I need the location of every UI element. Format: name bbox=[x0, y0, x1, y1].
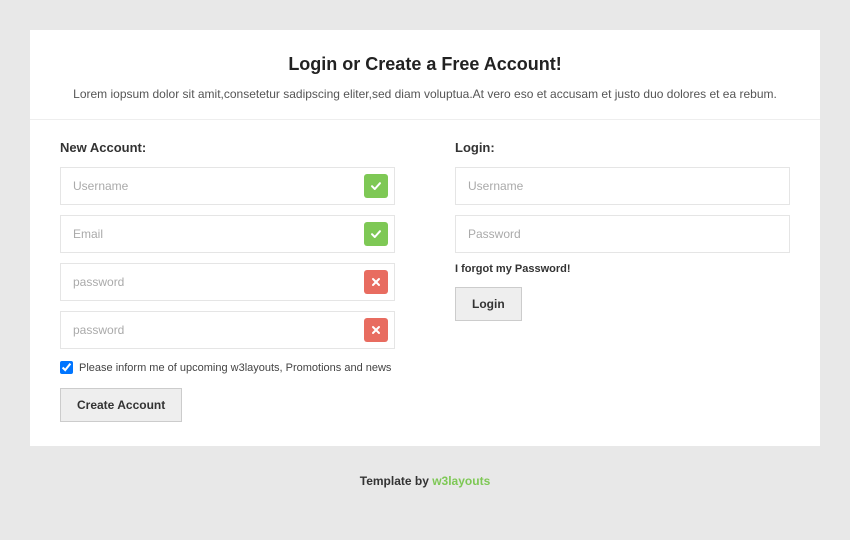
field-login-username bbox=[455, 167, 790, 205]
newsletter-checkbox[interactable] bbox=[60, 361, 73, 374]
signup-username-input[interactable] bbox=[60, 167, 395, 205]
auth-card: Login or Create a Free Account! Lorem io… bbox=[30, 30, 820, 446]
field-username bbox=[60, 167, 395, 205]
newsletter-row[interactable]: Please inform me of upcoming w3layouts, … bbox=[60, 361, 395, 374]
close-icon bbox=[364, 318, 388, 342]
field-password bbox=[60, 263, 395, 301]
signup-password-input[interactable] bbox=[60, 263, 395, 301]
login-title: Login: bbox=[455, 140, 790, 155]
check-icon bbox=[364, 222, 388, 246]
field-password-confirm bbox=[60, 311, 395, 349]
forgot-password-link[interactable]: I forgot my Password! bbox=[455, 263, 790, 275]
form-body: New Account: bbox=[30, 120, 820, 446]
footer-prefix: Template by bbox=[360, 474, 432, 488]
signup-title: New Account: bbox=[60, 140, 395, 155]
header: Login or Create a Free Account! Lorem io… bbox=[30, 30, 820, 120]
signup-column: New Account: bbox=[60, 140, 425, 422]
signup-password-confirm-input[interactable] bbox=[60, 311, 395, 349]
footer-link[interactable]: w3layouts bbox=[432, 474, 490, 488]
signup-email-input[interactable] bbox=[60, 215, 395, 253]
page-subtitle: Lorem iopsum dolor sit amit,consetetur s… bbox=[60, 87, 790, 101]
check-icon bbox=[364, 174, 388, 198]
field-email bbox=[60, 215, 395, 253]
create-account-button[interactable]: Create Account bbox=[60, 388, 182, 422]
page-title: Login or Create a Free Account! bbox=[60, 54, 790, 75]
field-login-password bbox=[455, 215, 790, 253]
login-column: Login: I forgot my Password! Login bbox=[425, 140, 790, 422]
login-button[interactable]: Login bbox=[455, 287, 522, 321]
login-password-input[interactable] bbox=[455, 215, 790, 253]
login-username-input[interactable] bbox=[455, 167, 790, 205]
footer: Template by w3layouts bbox=[30, 446, 820, 488]
close-icon bbox=[364, 270, 388, 294]
newsletter-label: Please inform me of upcoming w3layouts, … bbox=[79, 362, 391, 374]
